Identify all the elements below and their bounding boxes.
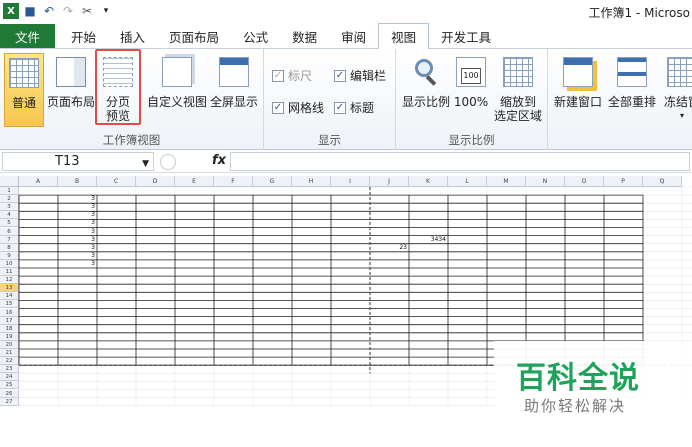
full-screen-icon <box>219 57 249 87</box>
page-layout-icon <box>56 57 86 87</box>
tab-insert[interactable]: 插入 <box>108 24 157 48</box>
save-icon[interactable]: ■ <box>22 3 38 19</box>
qat-dropdown-icon[interactable]: ▾ <box>98 3 114 19</box>
redo-icon[interactable]: ↷ <box>60 3 76 19</box>
freeze-panes-button[interactable]: 冻结窗 ▾ <box>660 53 692 123</box>
ruler-checkbox[interactable]: ✓ 标尺 <box>272 67 312 84</box>
custom-views-button[interactable]: 自定义视图 <box>147 53 207 109</box>
zoom-selection-icon <box>503 57 533 87</box>
group-label-zoom: 显示比例 <box>448 133 495 147</box>
chevron-down-icon[interactable]: ▼ <box>142 156 149 173</box>
highlight-box <box>95 49 141 125</box>
freeze-panes-icon <box>667 57 692 87</box>
tab-file[interactable]: 文件 <box>0 24 56 48</box>
cell-b[interactable]: 3 <box>58 195 95 203</box>
group-show: ✓ 标尺 ✓ 编辑栏 ✓ 网格线 ✓ 标题 显示 <box>264 49 396 150</box>
insert-function-icon[interactable]: fx <box>212 153 226 168</box>
cell-b[interactable]: 3 <box>58 244 95 252</box>
group-zoom: 显示比例 100 100% 缩放到 选定区域 显示比例 <box>396 49 548 150</box>
new-window-icon <box>563 57 593 87</box>
cell-b[interactable]: 3 <box>58 219 95 227</box>
checkmark-icon: ✓ <box>334 69 346 82</box>
formula-input[interactable] <box>230 152 690 171</box>
gridlines-checkbox[interactable]: ✓ 网格线 <box>272 99 324 116</box>
arrange-all-icon <box>617 57 647 87</box>
tab-home[interactable]: 开始 <box>59 24 108 48</box>
cell-k7[interactable]: 3434 <box>409 236 446 244</box>
tab-developer[interactable]: 开发工具 <box>429 24 503 48</box>
window-title: 工作簿1 - Microso <box>588 6 691 20</box>
custom-views-icon <box>162 57 192 87</box>
watermark-title: 百科全说 <box>516 361 640 396</box>
tab-page-layout[interactable]: 页面布局 <box>157 24 231 48</box>
ribbon: 普通 页面布局 分页 预览 自定义视图 全屏显示 工作簿视图 ✓ 标尺 ✓ 编辑… <box>0 49 692 150</box>
tab-formulas[interactable]: 公式 <box>231 24 280 48</box>
customize-icon[interactable]: ✂ <box>79 3 95 19</box>
checkmark-icon: ✓ <box>272 69 284 82</box>
zoom-to-selection-button[interactable]: 缩放到 选定区域 <box>492 53 544 123</box>
cell-b[interactable]: 3 <box>58 203 95 211</box>
dropdown-arrow-icon: ▾ <box>679 111 684 120</box>
cell-j8[interactable]: 23 <box>370 244 407 252</box>
normal-view-icon <box>9 58 39 88</box>
checkmark-icon: ✓ <box>334 101 346 114</box>
cell-b[interactable]: 3 <box>58 228 95 236</box>
cell-b[interactable]: 3 <box>58 211 95 219</box>
checkmark-icon: ✓ <box>272 101 284 114</box>
excel-logo-icon: X <box>3 3 19 19</box>
cell-b[interactable]: 3 <box>58 260 95 268</box>
group-label-workbook-views: 工作簿视图 <box>102 133 161 147</box>
group-workbook-views: 普通 页面布局 分页 预览 自定义视图 全屏显示 工作簿视图 <box>0 49 264 150</box>
group-label-show: 显示 <box>318 133 341 147</box>
tab-view[interactable]: 视图 <box>378 23 430 49</box>
full-screen-button[interactable]: 全屏显示 <box>208 53 260 109</box>
tab-review[interactable]: 审阅 <box>329 24 378 48</box>
undo-icon[interactable]: ↶ <box>41 3 57 19</box>
zoom-button[interactable]: 显示比例 <box>400 53 452 109</box>
cell-b[interactable]: 3 <box>58 236 95 244</box>
zoom-100-icon: 100 <box>456 57 486 87</box>
watermark: 百科全说 助你轻松解决 <box>494 341 692 421</box>
magnifier-icon <box>411 57 441 87</box>
name-box[interactable]: T13 ▼ <box>2 152 154 171</box>
group-window: 新建窗口 全部重排 冻结窗 ▾ <box>548 49 692 150</box>
ribbon-tabs: 文件 开始 插入 页面布局 公式 数据 审阅 视图 开发工具 <box>0 23 692 49</box>
formula-circle-icon <box>160 154 176 170</box>
quick-access-toolbar: X ■ ↶ ↷ ✂ ▾ <box>3 3 114 19</box>
normal-view-button[interactable]: 普通 <box>4 53 44 127</box>
title-bar: X ■ ↶ ↷ ✂ ▾ 工作簿1 - Microso <box>0 0 692 24</box>
formula-bar: T13 ▼ fx <box>0 150 692 173</box>
zoom-100-button[interactable]: 100 100% <box>452 53 490 109</box>
tab-data[interactable]: 数据 <box>280 24 329 48</box>
headings-checkbox[interactable]: ✓ 标题 <box>334 99 374 116</box>
formula-bar-checkbox[interactable]: ✓ 编辑栏 <box>334 67 386 84</box>
new-window-button[interactable]: 新建窗口 <box>552 53 604 109</box>
cell-b[interactable]: 3 <box>58 252 95 260</box>
watermark-subtitle: 助你轻松解决 <box>524 397 627 415</box>
arrange-all-button[interactable]: 全部重排 <box>606 53 658 109</box>
page-layout-view-button[interactable]: 页面布局 <box>46 53 96 109</box>
